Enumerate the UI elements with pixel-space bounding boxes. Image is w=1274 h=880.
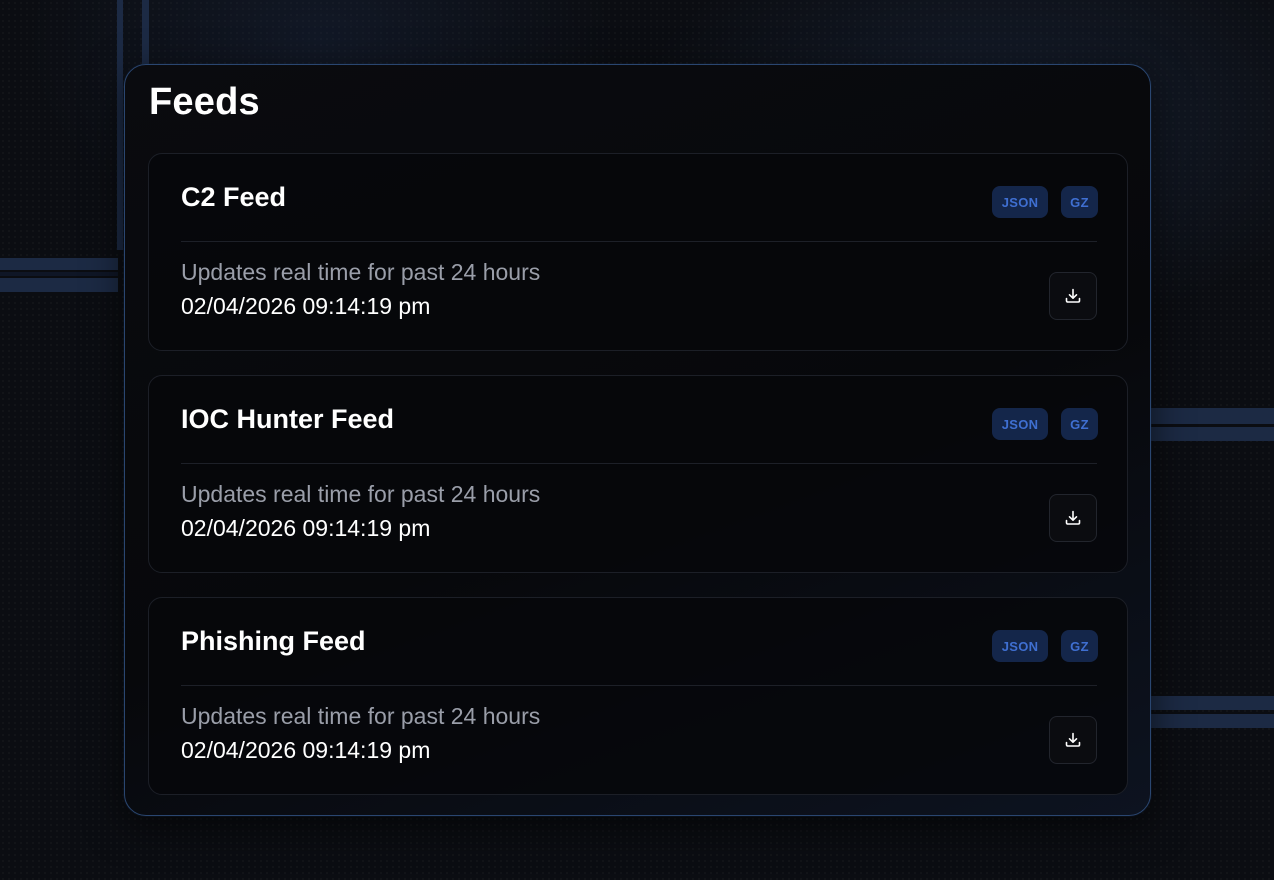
download-icon	[1064, 287, 1082, 305]
format-badge-json: JSON	[992, 630, 1048, 662]
download-button[interactable]	[1049, 494, 1097, 542]
circuit-line	[0, 272, 118, 276]
feed-updated-timestamp: 02/04/2026 09:14:19 pm	[181, 737, 431, 763]
circuit-line	[0, 278, 118, 292]
page-title: Feeds	[149, 81, 260, 123]
circuit-line	[142, 0, 149, 64]
feed-card-c2: C2 Feed JSON GZ Updates real time for pa…	[148, 153, 1128, 351]
feeds-panel: Feeds C2 Feed JSON GZ Updates real time …	[124, 64, 1151, 816]
download-button[interactable]	[1049, 272, 1097, 320]
circuit-line	[0, 258, 118, 270]
divider	[181, 463, 1097, 464]
feed-card-ioc-hunter: IOC Hunter Feed JSON GZ Updates real tim…	[148, 375, 1128, 573]
circuit-line	[1151, 696, 1274, 710]
circuit-line	[1151, 714, 1274, 728]
divider	[181, 685, 1097, 686]
feed-name: IOC Hunter Feed	[181, 404, 395, 434]
feed-updated-timestamp: 02/04/2026 09:14:19 pm	[181, 515, 431, 541]
download-button[interactable]	[1049, 716, 1097, 764]
feed-updated-timestamp: 02/04/2026 09:14:19 pm	[181, 293, 431, 319]
format-badge-gz: GZ	[1061, 630, 1098, 662]
circuit-line	[117, 0, 123, 250]
format-badge-json: JSON	[992, 408, 1048, 440]
download-icon	[1064, 509, 1082, 527]
feed-name: C2 Feed	[181, 182, 287, 212]
format-badge-gz: GZ	[1061, 408, 1098, 440]
circuit-line	[1151, 427, 1274, 441]
divider	[181, 241, 1097, 242]
feed-description: Updates real time for past 24 hours	[181, 481, 541, 507]
download-icon	[1064, 731, 1082, 749]
feed-name: Phishing Feed	[181, 626, 366, 656]
format-badge-json: JSON	[992, 186, 1048, 218]
format-badge-gz: GZ	[1061, 186, 1098, 218]
feed-description: Updates real time for past 24 hours	[181, 703, 541, 729]
circuit-line	[1151, 408, 1274, 424]
feed-card-phishing: Phishing Feed JSON GZ Updates real time …	[148, 597, 1128, 795]
feed-description: Updates real time for past 24 hours	[181, 259, 541, 285]
